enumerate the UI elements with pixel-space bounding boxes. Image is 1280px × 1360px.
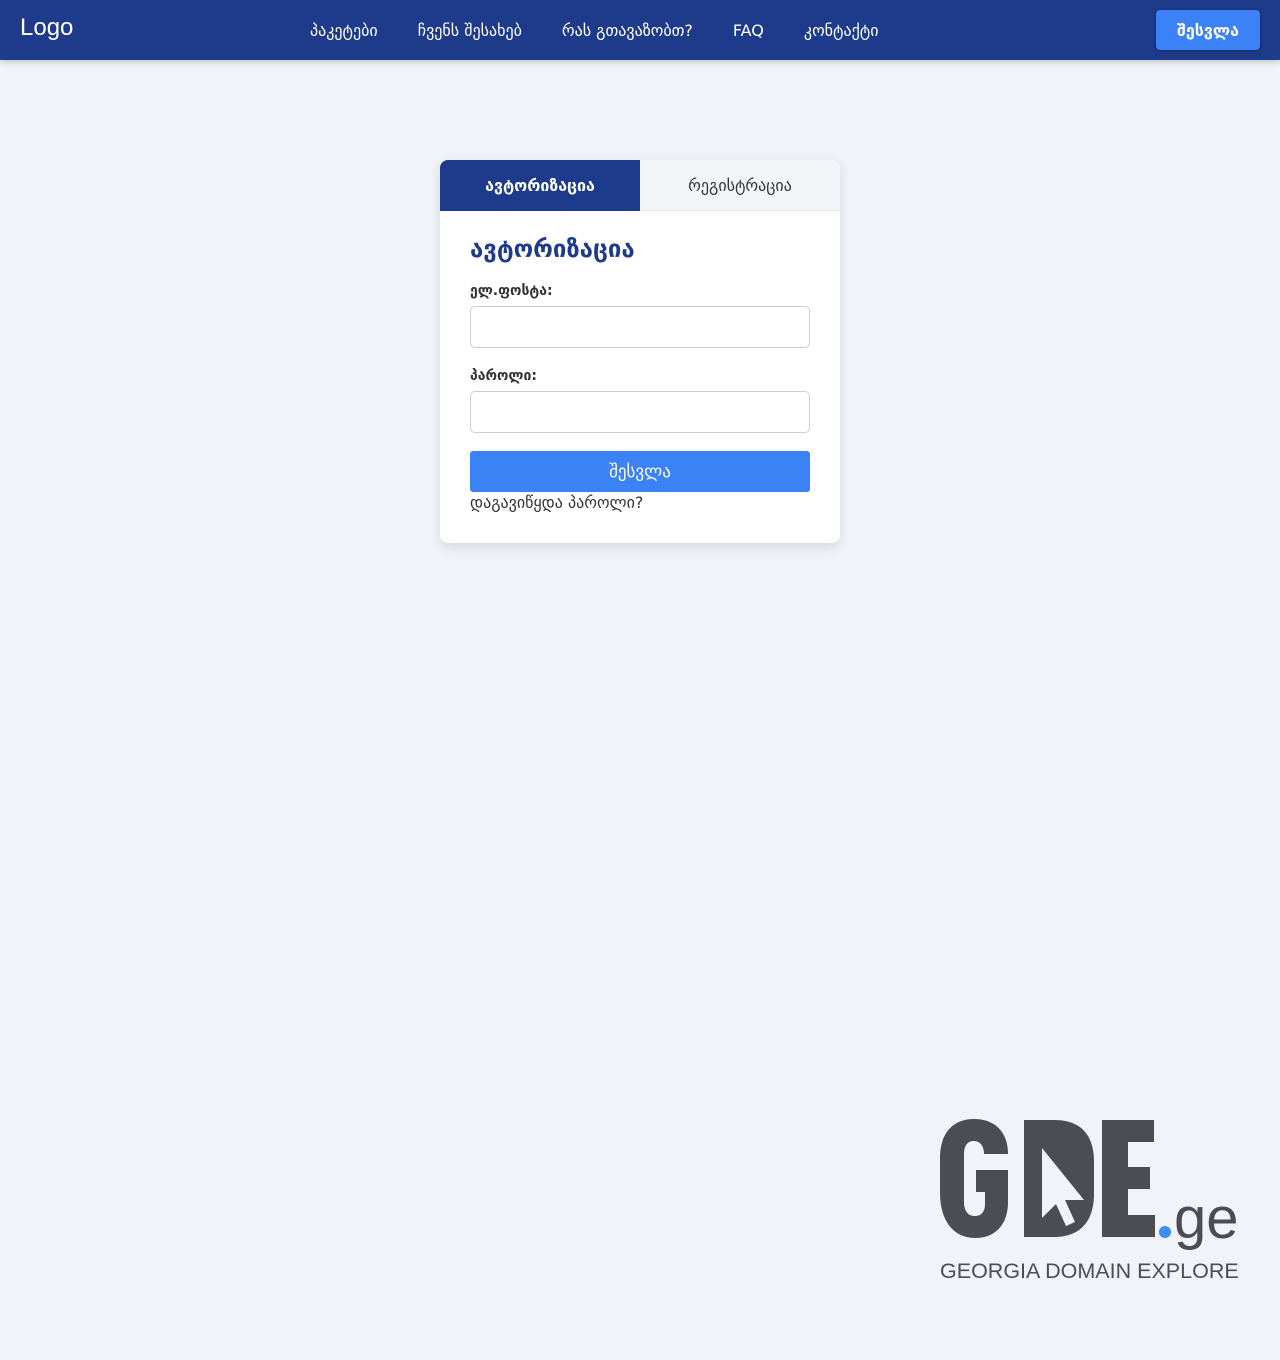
nav-item-about: ჩვენს შესახებ: [418, 21, 522, 40]
form-title: ავტორიზაცია: [470, 235, 635, 263]
auth-card: ავტორიზაცია რეგისტრაცია ავტორიზაცია ელ.ფ…: [440, 160, 840, 543]
nav-item-packages: პაკეტები: [310, 21, 378, 40]
tab-login[interactable]: ავტორიზაცია: [440, 160, 640, 211]
nav-item-faq: FAQ: [733, 21, 764, 40]
password-label: პაროლი:: [470, 368, 537, 384]
gde-logo-icon: ge GEORGIA DOMAIN EXPLORER: [940, 1119, 1254, 1283]
nav-link-packages[interactable]: პაკეტები: [310, 21, 378, 40]
auth-tabs: ავტორიზაცია რეგისტრაცია: [440, 160, 840, 211]
nav-links: პაკეტები ჩვენს შესახებ რას გთავაზობთ? FA…: [290, 0, 899, 60]
nav-link-about[interactable]: ჩვენს შესახებ: [418, 21, 522, 40]
brand-logo: ge GEORGIA DOMAIN EXPLORER: [938, 1110, 1254, 1285]
logo-letter-e: [1102, 1120, 1155, 1237]
nav-item-contact: კონტაქტი: [804, 21, 879, 40]
logo-ge-text: ge: [1174, 1186, 1239, 1251]
password-field[interactable]: [470, 391, 810, 433]
submit-login-button[interactable]: შესვლა: [470, 451, 810, 492]
login-form: ავტორიზაცია ელ.ფოსტა: პაროლი: შესვლა დაგ…: [440, 211, 840, 512]
nav-link-offers[interactable]: რას გთავაზობთ?: [562, 21, 693, 40]
logo-letter-g: [940, 1119, 1008, 1238]
email-field[interactable]: [470, 306, 810, 348]
email-label: ელ.ფოსტა:: [470, 283, 553, 299]
tab-register[interactable]: რეგისტრაცია: [640, 160, 840, 211]
brand-tagline: GEORGIA DOMAIN EXPLORER: [940, 1259, 1240, 1283]
nav-link-faq[interactable]: FAQ: [733, 21, 764, 40]
nav-logo[interactable]: Logo: [20, 14, 73, 42]
nav-item-offers: რას გთავაზობთ?: [562, 21, 693, 40]
nav-link-contact[interactable]: კონტაქტი: [804, 21, 879, 40]
nav-login-button[interactable]: შესვლა: [1156, 10, 1260, 50]
logo-dot: [1159, 1226, 1171, 1238]
forgot-password-link[interactable]: დაგავიწყდა პაროლი?: [470, 493, 810, 512]
navbar: Logo პაკეტები ჩვენს შესახებ რას გთავაზობ…: [0, 0, 1280, 60]
